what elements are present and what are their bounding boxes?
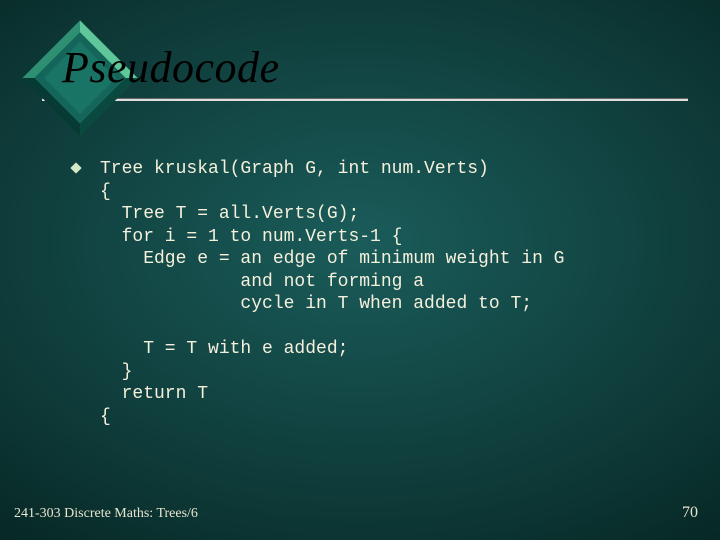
pseudocode-block: Tree kruskal(Graph G, int num.Verts) { T… bbox=[100, 158, 564, 428]
slide-number: 70 bbox=[682, 504, 698, 522]
footer-course-ref: 241-303 Discrete Maths: Trees/6 bbox=[14, 506, 198, 522]
bullet-icon bbox=[70, 162, 81, 173]
slide-title: Pseudocode bbox=[62, 42, 280, 93]
